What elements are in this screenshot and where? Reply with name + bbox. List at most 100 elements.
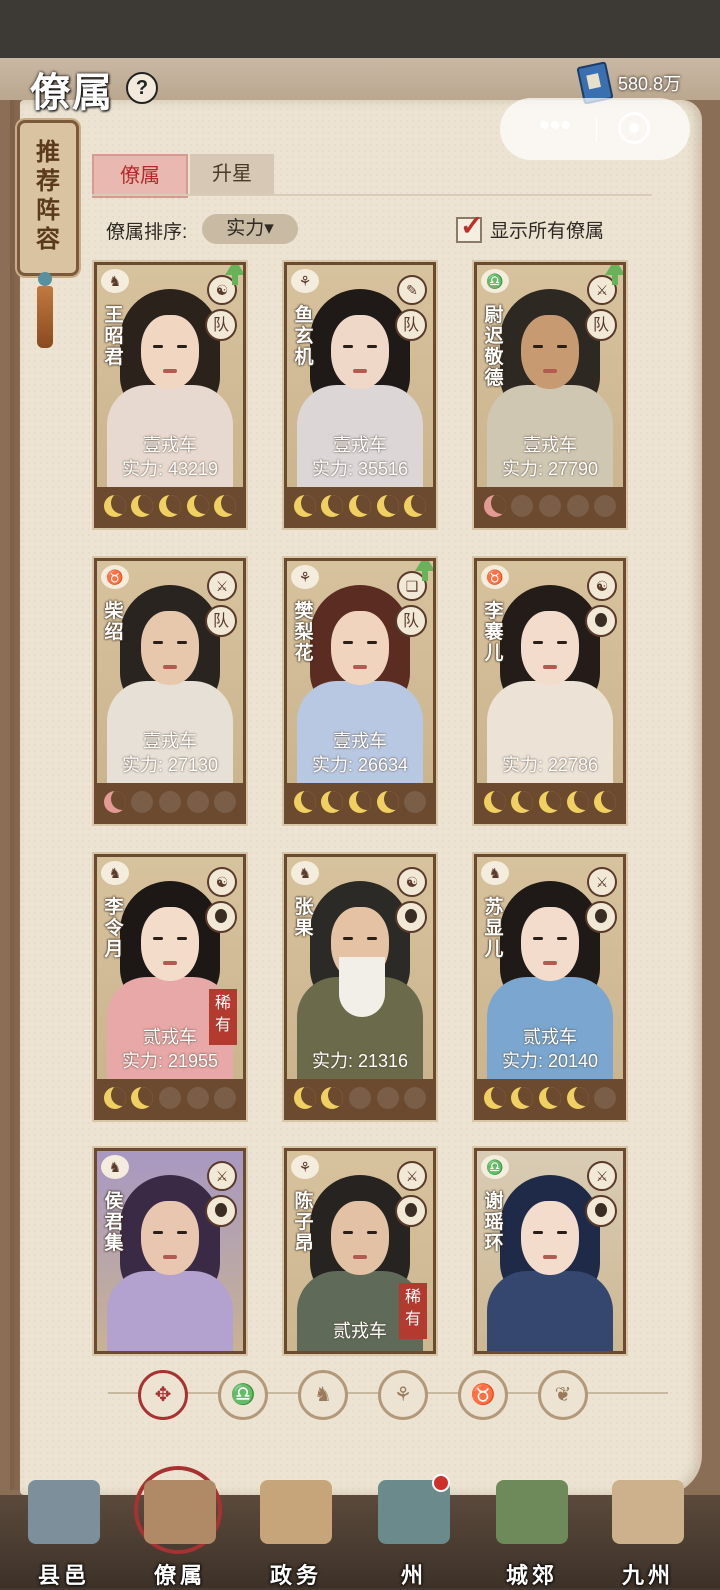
moon-star-icon [348,495,371,517]
recommended-lineup-label: 推荐阵容 [36,137,60,253]
power-label: 实力: [121,459,163,479]
moon-star-icon [131,495,154,517]
power-value: 21316 [357,1051,409,1071]
moon-star-icon [376,791,399,813]
fan-icon[interactable]: ⚘ [378,1370,428,1420]
moon-star-icon [538,495,561,517]
tab-star-up[interactable]: 升星 [190,154,274,194]
brush-icon: ✎ [397,275,427,305]
partner-avatar-icon [585,605,617,637]
moon-star-icon [158,1087,181,1109]
official-card[interactable]: ♞ ⚔ 苏显儿 贰戎车 实力: 20140 [474,854,626,1120]
moon-star-icon [594,495,617,517]
official-card[interactable]: ♎ ⚔ 尉迟敬德队壹戎车 实力: 27790 [474,262,626,528]
portrait-eye [177,641,187,644]
power-label: 实力: [121,755,163,775]
power-label: 实力: [501,755,543,775]
leaf-icon[interactable]: ❦ [538,1370,588,1420]
moon-star-icon [321,495,344,517]
portrait-eye [367,345,377,348]
official-card[interactable]: ⚘ ✎ 鱼玄机 队壹戎车 实力: 35516 [284,262,436,528]
show-all-checkbox[interactable] [456,209,483,243]
star-row [477,487,623,525]
moon-star-icon [483,791,506,813]
official-card[interactable]: ♉ ⚔ 柴绍 队壹戎车 实力: 27130 [94,558,246,824]
moon-star-icon [158,791,181,813]
official-card[interactable]: ⚘ ⚔ 陈子昂 稀有 贰戎车 [284,1148,436,1354]
official-card[interactable]: ⚘ ❑ 樊梨花队壹戎车 实力: 26634 [284,558,436,824]
official-rank: 壹戎车 [143,731,197,751]
sword-icon: ⚔ [207,1161,237,1191]
official-name: 谢瑶环 [484,1190,504,1254]
official-card[interactable]: ♞ ☯ 张果 实力: 21316 [284,854,436,1120]
close-miniprogram-icon[interactable] [618,112,650,144]
show-all-toggle[interactable]: 显示所有僚属 [456,209,604,243]
upgrade-arrow-icon [605,265,623,285]
portrait-eye [343,641,353,644]
official-rank: 贰戎车 [143,1027,197,1047]
moon-star-icon [566,495,589,517]
bell-icon: ♎ [481,1155,509,1179]
portrait-eye [343,937,353,940]
horse-icon[interactable]: ♞ [298,1370,348,1420]
portrait-mouth [353,1255,367,1259]
recommended-lineup-tag[interactable]: 推荐阵容 [17,120,79,276]
moon-star-icon [348,1087,371,1109]
bell-icon[interactable]: ♎ [218,1370,268,1420]
tab-underline [92,194,652,196]
official-name: 王昭君 [104,304,124,368]
tab-officials[interactable]: 僚属 [92,154,188,198]
official-power: 实力: 22786 [477,751,623,777]
tassel-knot [38,272,52,286]
power-value: 27130 [167,755,219,775]
more-menu-icon[interactable]: ••• [520,111,590,144]
all-icon[interactable]: ✥ [138,1370,188,1420]
nav-town[interactable]: 县邑 [14,1462,114,1589]
moon-star-icon [103,1087,126,1109]
nav-label: 僚属 [153,1563,206,1589]
nav-suburb[interactable]: 城郊 [482,1462,582,1589]
tiger-icon[interactable]: ♉ [458,1370,508,1420]
official-name: 柴绍 [104,600,124,643]
portrait-eye [153,937,163,940]
official-card[interactable]: ♞ ☯ 王昭君队壹戎车 实力: 43219 [94,262,246,528]
portrait-mouth [353,369,367,373]
horse-icon: ♞ [291,861,319,885]
yinyang-icon: ☯ [207,867,237,897]
star-row [287,783,433,821]
moon-star-icon [214,1087,237,1109]
sort-value: 实力 [226,218,265,239]
power-value: 26634 [357,755,409,775]
portrait-mouth [543,961,557,965]
help-icon[interactable]: ? [126,72,158,104]
official-rank: 壹戎车 [333,435,387,455]
portrait-eye [533,937,543,940]
currency-display: 580.8万 [576,61,681,105]
team-badge: 队 [205,309,237,341]
official-name: 李令月 [104,896,124,960]
official-card[interactable]: ♉ ☯ 李褰儿 实力: 22786 [474,558,626,824]
nav-label: 政务 [269,1563,322,1589]
town-icon [28,1480,100,1544]
official-card[interactable]: ♞ ⚔ 侯君集 [94,1148,246,1354]
page-title: 僚属 [30,69,114,116]
sort-dropdown[interactable]: 实力▾ [202,214,298,244]
partner-avatar-icon [205,901,237,933]
moon-star-icon [538,791,561,813]
official-name: 张果 [294,896,314,939]
horse-icon: ♞ [101,1155,129,1179]
nav-map[interactable]: 九州 [598,1462,698,1589]
portrait-mouth [163,665,177,669]
official-card[interactable]: ♎ ⚔ 谢瑶环 [474,1148,626,1354]
moon-star-icon [594,1087,617,1109]
moon-star-icon [186,1087,209,1109]
portrait-face [521,315,579,389]
nav-province[interactable]: 州 [364,1462,464,1589]
nav-affairs[interactable]: 政务 [246,1462,346,1589]
portrait-mouth [543,369,557,373]
nav-officials[interactable]: 僚属 [130,1462,230,1589]
fan-icon: ⚘ [291,1155,319,1179]
portrait-robe [107,1271,233,1351]
tiger-icon: ♉ [101,565,129,589]
official-card[interactable]: ♞ ☯ 李令月 稀有 贰戎车 实力: 21955 [94,854,246,1120]
